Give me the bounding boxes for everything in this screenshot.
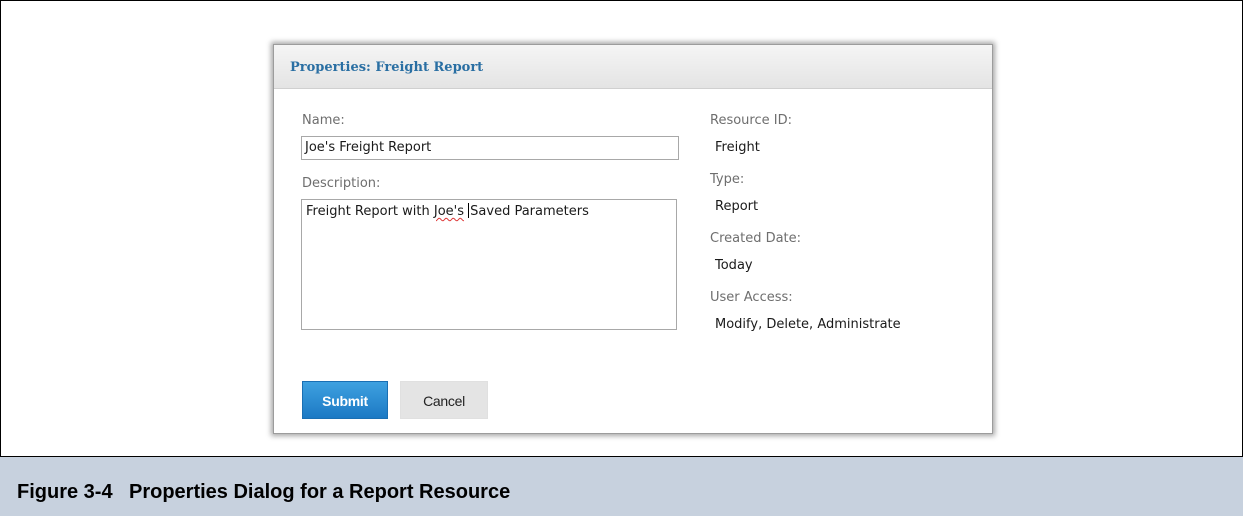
user-access-label: User Access: <box>710 290 793 305</box>
description-text-end: Saved Parameters <box>470 204 589 219</box>
figure-number: Figure 3-4 <box>17 481 113 503</box>
description-textarea[interactable]: Freight Report with Joe's Saved Paramete… <box>301 199 677 330</box>
type-value: Report <box>715 199 759 214</box>
resource-id-value: Freight <box>715 140 760 155</box>
text-cursor <box>468 203 470 218</box>
spellcheck-word: Joe's <box>433 204 465 219</box>
dialog-header: Properties: Freight Report <box>274 45 992 89</box>
created-date-label: Created Date: <box>710 231 802 246</box>
created-date-value: Today <box>715 258 753 273</box>
figure-caption-bar: Figure 3-4 Properties Dialog for a Report… <box>0 456 1243 516</box>
description-text-start: Freight Report with <box>306 204 434 219</box>
type-label: Type: <box>710 172 745 187</box>
resource-id-label: Resource ID: <box>710 113 792 128</box>
name-label: Name: <box>302 113 345 128</box>
dialog-title: Properties: Freight Report <box>290 60 484 75</box>
figure-caption: Figure 3-4 Properties Dialog for a Report… <box>17 481 510 504</box>
user-access-value: Modify, Delete, Administrate <box>715 317 901 332</box>
properties-dialog: Properties: Freight Report Name: Joe's F… <box>273 44 993 434</box>
description-label: Description: <box>302 176 381 191</box>
cancel-button[interactable]: Cancel <box>400 381 488 419</box>
name-input[interactable]: Joe's Freight Report <box>301 136 679 160</box>
figure-title: Properties Dialog for a Report Resource <box>129 481 511 503</box>
submit-button[interactable]: Submit <box>302 381 388 419</box>
